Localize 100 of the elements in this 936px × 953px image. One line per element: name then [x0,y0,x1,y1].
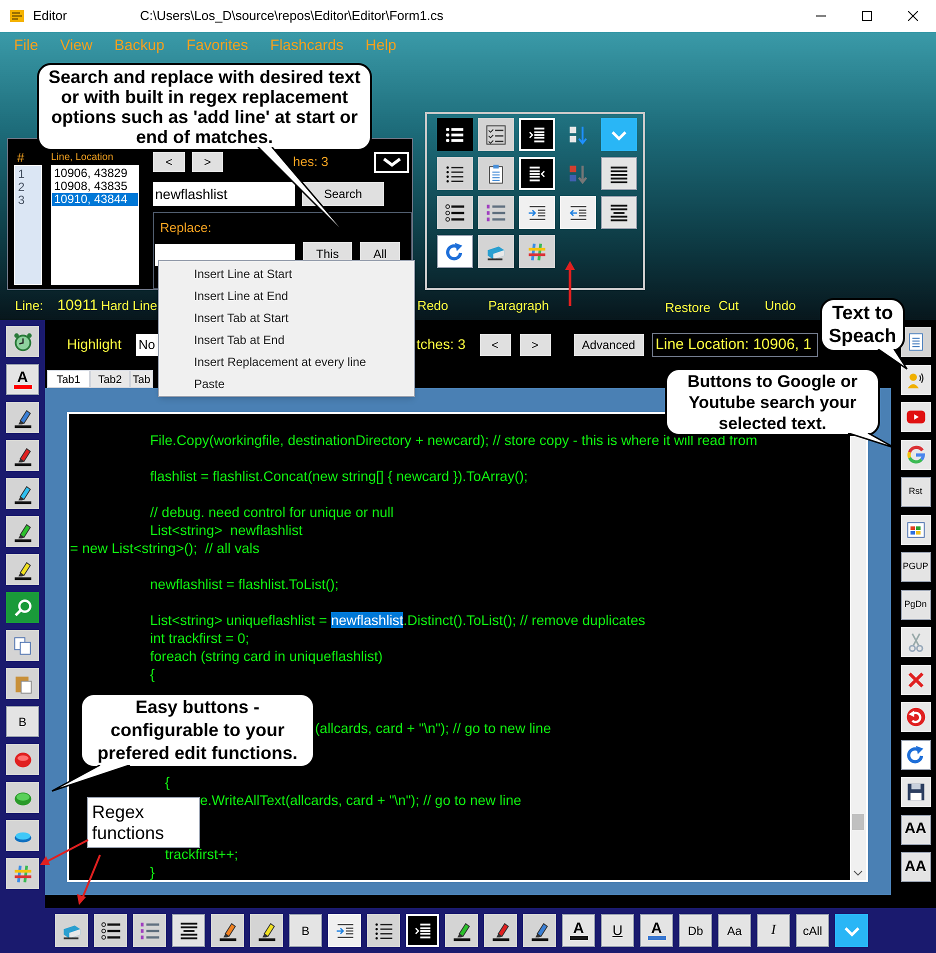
format-button[interactable]: B [6,706,39,737]
format-button[interactable]: Db [679,914,712,947]
numbered-list-button[interactable] [478,196,514,229]
code-line: } [150,863,155,880]
hash-button[interactable] [6,858,39,889]
copy-button[interactable] [6,630,39,661]
indent-button[interactable] [406,914,439,947]
align-center-button[interactable] [601,196,637,229]
result-row[interactable]: 10906, 43829 [52,167,138,180]
code-line: { [150,665,155,683]
checklist-button[interactable] [478,118,514,151]
alarm-clock-icon [12,330,34,352]
font-color-button[interactable]: A [640,914,673,947]
highlighter-button[interactable] [6,440,39,471]
colored-ring-button[interactable] [900,440,930,470]
eraser-button[interactable] [478,235,514,268]
editor-tab[interactable]: Tab2 [90,370,130,388]
previous-button[interactable]: < [153,152,185,172]
labeled-list-button[interactable] [94,914,127,947]
editor-tab[interactable]: Tab1 [47,370,90,388]
undo-button[interactable] [900,702,930,732]
next-button[interactable]: > [520,334,551,356]
editor-tab[interactable]: Tab [130,370,153,388]
highlighter-button[interactable] [523,914,556,947]
highlighter-button[interactable] [6,478,39,509]
decrease-indent-button[interactable] [560,196,596,229]
bullet-list-button[interactable] [437,118,473,151]
push-button-button[interactable] [6,820,39,851]
menu-item[interactable]: Insert Tab at Start [159,307,414,329]
code-line: flashlist = flashlist.Concat(new string[] { newcard }).ToArray(); [150,467,528,485]
font-color-button[interactable]: A [562,914,595,947]
restore-label[interactable]: Restore [664,298,711,318]
italic-button[interactable]: I [757,914,790,947]
highlighter-button[interactable] [6,402,39,433]
underline-button[interactable]: U [601,914,634,947]
redo-label[interactable]: Redo [417,296,448,316]
highlight-dropdown[interactable]: No [136,334,158,356]
highlighter-button[interactable] [6,554,39,585]
clipboard-button[interactable] [478,157,514,190]
replace-label: Replace: [160,219,212,237]
menu-item[interactable]: Insert Line at Start [159,263,414,285]
search-button[interactable] [6,592,39,623]
previous-button[interactable]: < [480,334,511,356]
format-button[interactable]: PGUP [900,552,930,582]
cut-label[interactable]: Cut [718,296,739,316]
bullet-list-button[interactable] [367,914,400,947]
result-row[interactable]: 10910, 43844 [52,193,138,206]
scrollbar-thumb[interactable] [852,814,864,830]
play-button[interactable] [900,402,930,432]
speaking-person-button[interactable] [900,364,930,394]
code-line: = new List<string>(); // all vals [70,539,260,557]
menu-item[interactable]: Insert Line at End [159,285,414,307]
labeled-list-button[interactable] [437,196,473,229]
paste-button[interactable] [6,668,39,699]
bullet-list-button[interactable] [437,157,473,190]
match-count: hes: 3 [293,153,328,172]
line-number: 3 [18,194,26,207]
numbered-list-button[interactable] [133,914,166,947]
highlighter-button[interactable] [445,914,478,947]
eraser-button[interactable] [55,914,88,947]
format-button[interactable]: Rst [900,477,930,507]
font-color-button[interactable]: A [6,364,39,395]
undo-label[interactable]: Undo [764,296,796,316]
paragraph-label[interactable]: Paragraph [488,296,549,316]
outdent-button[interactable] [519,157,555,190]
collapse-button[interactable] [374,152,409,172]
format-button[interactable]: Aa [718,914,751,947]
indent-button[interactable] [519,118,555,151]
highlighter-button[interactable] [484,914,517,947]
window-button[interactable] [900,514,930,544]
font-size-button[interactable]: AA [900,814,930,844]
advanced-button[interactable]: Advanced [574,334,644,356]
menu-item[interactable]: Insert Tab at End [159,329,414,351]
menu-item[interactable]: Insert Replacement at every line [159,351,414,373]
increase-indent-button[interactable] [519,196,555,229]
line-location-field: Line Location: 10906, 1 [652,332,818,356]
code-line: // debug. need control for unique or null [150,503,394,521]
font-size-button[interactable]: AA [900,852,930,882]
line-number: 1 [18,168,26,181]
menu-item[interactable]: Paste [159,373,414,395]
format-button[interactable]: B [289,914,322,947]
align-left-button[interactable] [601,157,637,190]
result-row[interactable]: 10908, 43835 [52,180,138,193]
floppy-disk-button[interactable] [900,777,930,807]
hash-button[interactable] [519,235,555,268]
redo-arrow-button[interactable] [900,740,930,770]
search-field[interactable]: newflashlist [153,182,295,206]
increase-indent-button[interactable] [328,914,361,947]
format-button[interactable]: PgDn [900,590,930,620]
next-button[interactable]: > [192,152,223,172]
column-header: Line, Location [51,152,114,165]
format-button[interactable]: cAll [796,914,829,947]
highlighter-button[interactable] [250,914,283,947]
search-button[interactable]: Search [302,182,384,206]
alarm-clock-button[interactable] [6,326,39,357]
close-button[interactable] [900,664,930,694]
highlighter-button[interactable] [6,516,39,547]
align-center-button[interactable] [172,914,205,947]
push-button-button[interactable] [6,744,39,775]
highlighter-button[interactable] [211,914,244,947]
